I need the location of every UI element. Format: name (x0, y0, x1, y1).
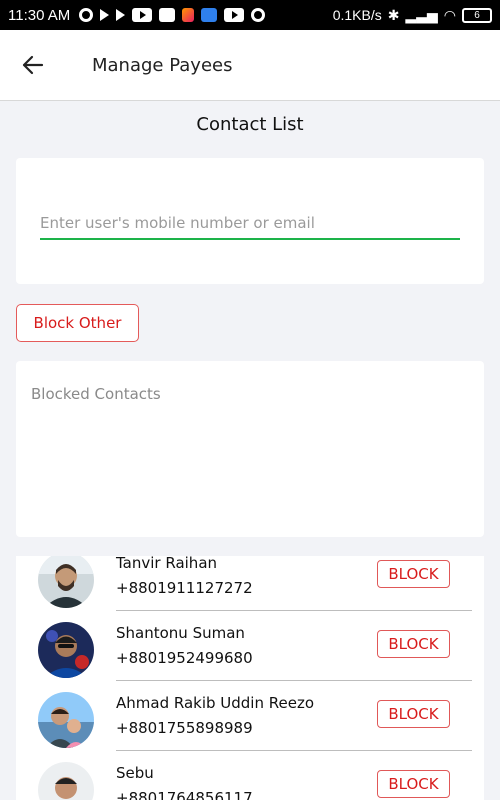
blocked-contacts-label: Blocked Contacts (31, 385, 161, 403)
list-item: Sebu +8801764856117 BLOCK (16, 762, 484, 800)
page-title: Manage Payees (92, 54, 233, 76)
contact-list: Tanvir Raihan +8801911127272 BLOCK Shant… (16, 556, 484, 800)
block-button[interactable]: BLOCK (377, 770, 450, 798)
record-icon (79, 8, 94, 22)
app-bar: Manage Payees (0, 30, 500, 101)
search-input[interactable] (40, 208, 460, 240)
network-speed: 0.1KB/s (332, 7, 382, 23)
contact-name: Ahmad Rakib Uddin Reezo (116, 694, 315, 712)
contact-phone: +8801755898989 (116, 719, 253, 737)
block-other-button[interactable]: Block Other (16, 304, 139, 342)
youtube-icon (132, 8, 153, 22)
contact-phone: +8801952499680 (116, 649, 253, 667)
list-item: Shantonu Suman +8801952499680 BLOCK (16, 622, 484, 692)
avatar (38, 622, 94, 678)
signal-icon: ▂▃▅ (405, 6, 438, 23)
arrow-left-icon[interactable] (20, 52, 46, 78)
divider (116, 610, 472, 611)
contact-phone: +8801764856117 (116, 789, 253, 800)
contact-phone: +8801911127272 (116, 579, 253, 597)
record-icon (251, 8, 266, 22)
avatar (38, 556, 94, 608)
contact-name: Tanvir Raihan (116, 556, 218, 572)
play-icon (116, 9, 126, 21)
app-icon (201, 8, 218, 22)
block-button[interactable]: BLOCK (377, 700, 450, 728)
shield-app-icon (159, 8, 176, 22)
list-item: Tanvir Raihan +8801911127272 BLOCK (16, 556, 484, 622)
play-icon (100, 9, 110, 21)
search-card (16, 158, 484, 284)
contact-name: Sebu (116, 764, 154, 782)
list-item: Ahmad Rakib Uddin Reezo +8801755898989 B… (16, 692, 484, 762)
app-icon (182, 8, 195, 22)
blocked-contacts-card: Blocked Contacts (16, 361, 484, 537)
avatar (38, 762, 94, 800)
block-button[interactable]: BLOCK (377, 560, 450, 588)
youtube-icon (224, 8, 245, 22)
contact-name: Shantonu Suman (116, 624, 245, 642)
divider (116, 680, 472, 681)
status-time: 11:30 AM (8, 6, 71, 24)
status-bar: 11:30 AM 0.1KB/s ✱ ▂▃▅ ◠ 6 (0, 0, 500, 30)
avatar (38, 692, 94, 748)
battery-icon: 6 (462, 7, 492, 23)
bluetooth-icon: ✱ (387, 6, 400, 23)
contact-list-title: Contact List (196, 114, 304, 135)
divider (116, 750, 472, 751)
wifi-icon: ◠ (443, 6, 456, 23)
block-button[interactable]: BLOCK (377, 630, 450, 658)
